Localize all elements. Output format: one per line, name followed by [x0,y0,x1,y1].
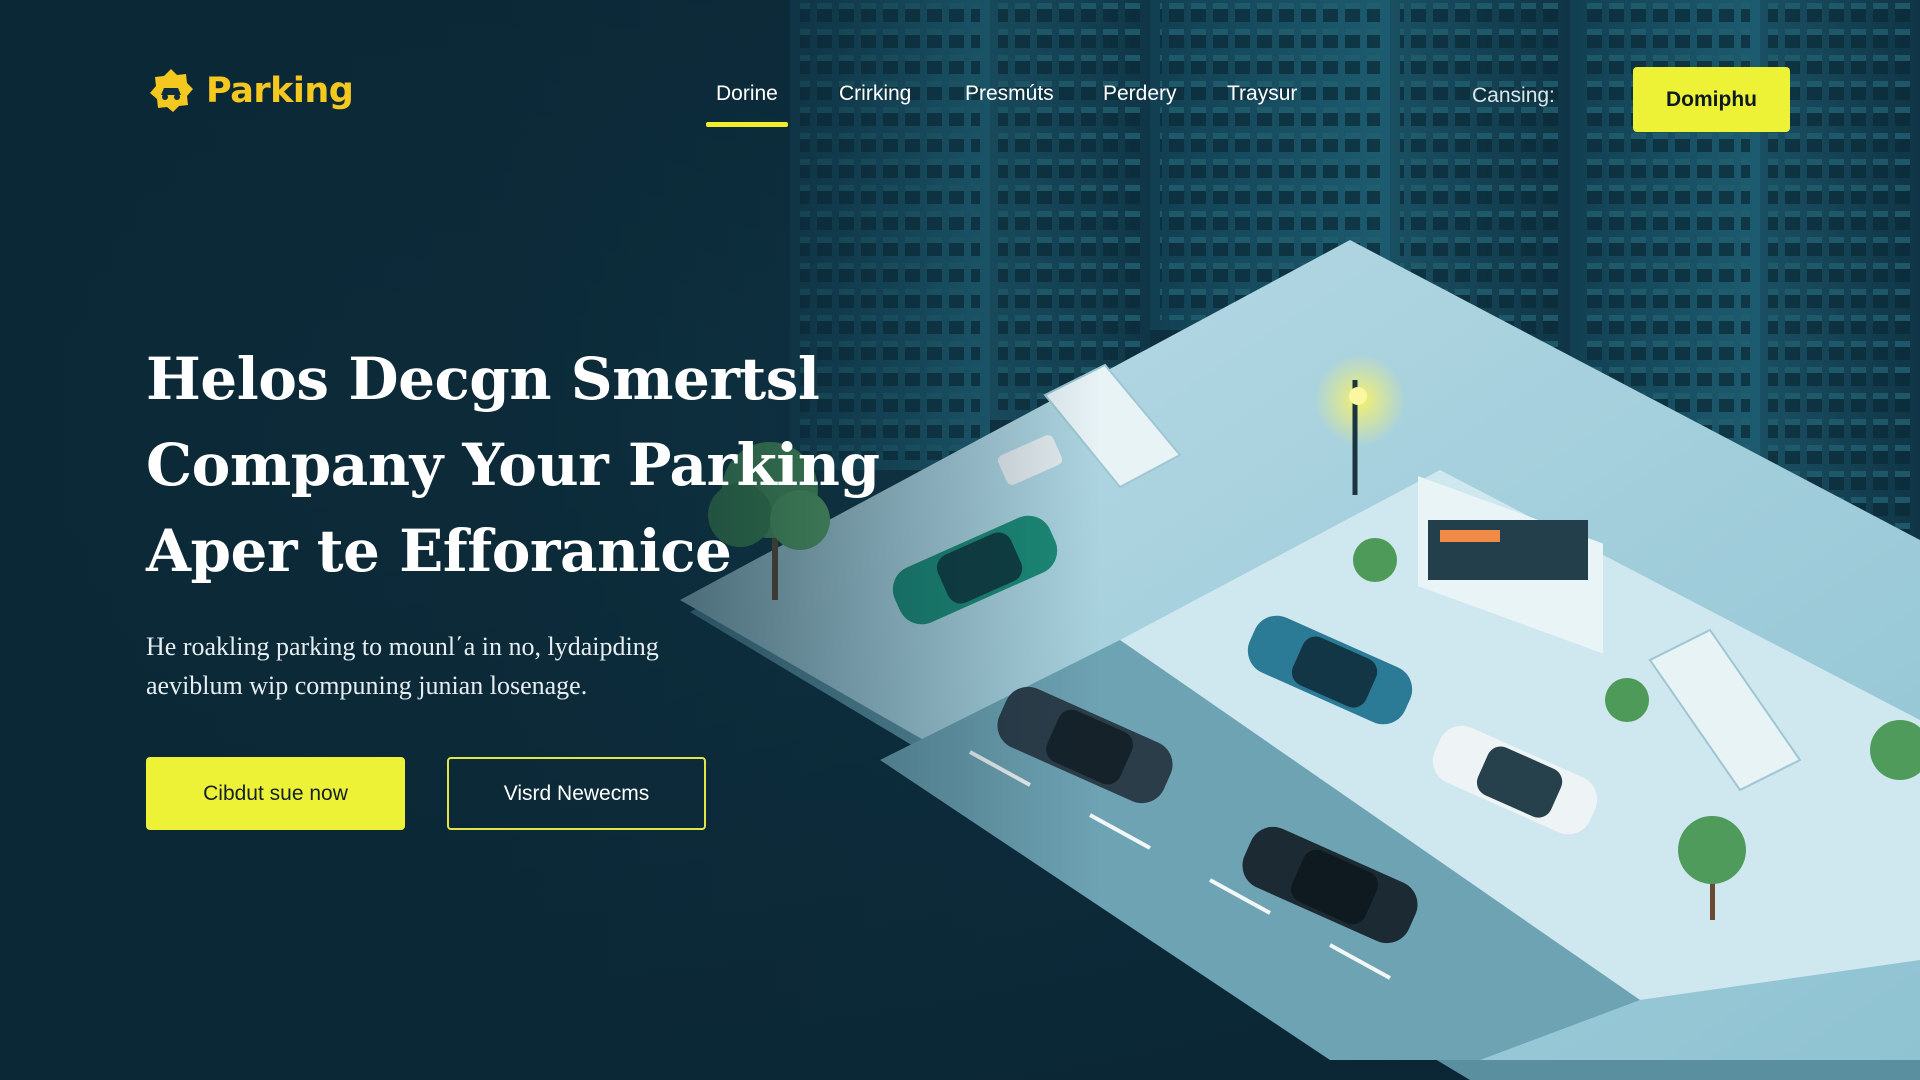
header-cta-button[interactable]: Domiphu [1633,67,1790,132]
hero-subtext: He roakling parking to mounl΄a in no, ly… [146,627,796,705]
headline-line: Company Your Parking [146,431,880,499]
subtext-line: He roakling parking to mounl΄a in no, ly… [146,632,659,661]
contact-label: Cansing: [1472,84,1555,107]
tree [1353,538,1397,582]
lamp-head [1349,387,1367,405]
secondary-cta-button[interactable]: Visrd Newecms [447,757,706,830]
headline-line: Helos Decgn Smertsl [146,345,820,413]
nav-item-presmuts[interactable]: Presmúts [965,82,1054,106]
tower-windows [998,0,1143,410]
hero-headline: Helos Decgn Smertsl Company Your Parking… [146,336,906,594]
nav-item-crirking[interactable]: Crirking [839,82,911,106]
primary-cta-button[interactable]: Cibdut sue now [146,757,405,830]
tree [1605,678,1649,722]
nav-item-dorine[interactable]: Dorine [706,82,788,127]
brand-logo[interactable]: Parking [146,66,354,116]
nav-item-perdery[interactable]: Perdery [1103,82,1177,106]
subtext-line: aeviblum wip compuning junian losenage. [146,671,588,700]
headline-line: Aper te Efforanice [146,517,732,585]
brand-name: Parking [206,71,354,111]
nav-item-traysur[interactable]: Traysur [1227,82,1297,106]
car-badge-icon [150,69,193,112]
